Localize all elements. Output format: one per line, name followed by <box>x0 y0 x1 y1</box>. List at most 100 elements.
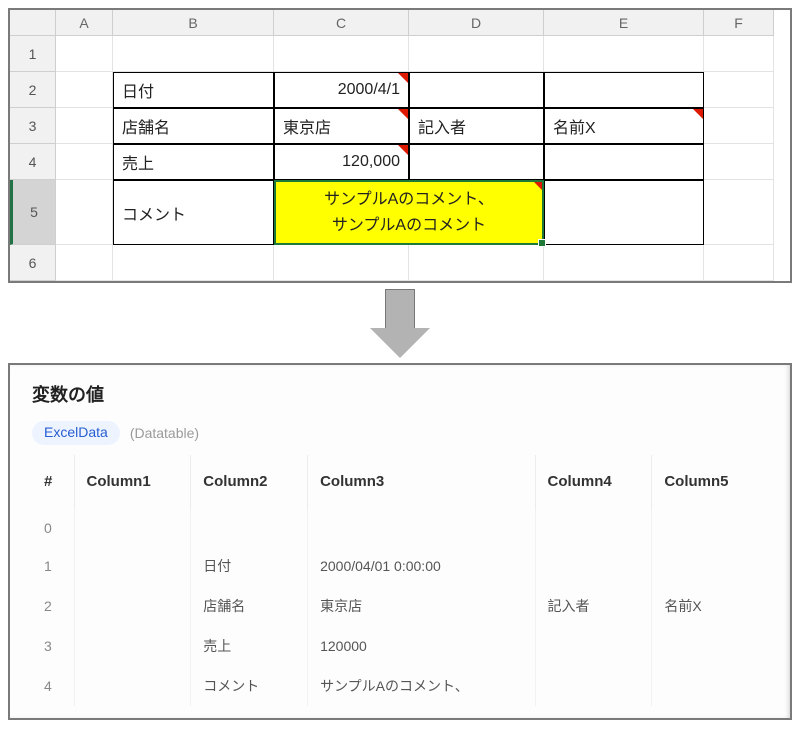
col-header-F[interactable]: F <box>704 10 774 36</box>
variable-value-panel: 変数の値 ExcelData (Datatable) # Column1 Col… <box>8 363 792 720</box>
panel-title: 変数の値 <box>32 381 768 407</box>
cell-B6[interactable] <box>113 245 274 281</box>
cell-C5-text: サンプルAのコメント、 サンプルAのコメント <box>324 187 494 238</box>
cell <box>74 510 191 546</box>
row-header-6[interactable]: 6 <box>10 245 56 281</box>
select-all-cell[interactable] <box>10 10 56 36</box>
row-header-3[interactable]: 3 <box>10 108 56 144</box>
col-header-B[interactable]: B <box>113 10 274 36</box>
cell: 売上 <box>191 626 308 666</box>
cell-A6[interactable] <box>56 245 113 281</box>
table-row[interactable]: 2 店舗名 東京店 記入者 名前X <box>32 586 768 626</box>
cell <box>535 546 652 586</box>
row-header-1[interactable]: 1 <box>10 36 56 72</box>
col-Column3[interactable]: Column3 <box>308 455 535 510</box>
cell: コメント <box>191 666 308 706</box>
col-header-C[interactable]: C <box>274 10 409 36</box>
cell: 2000/04/01 0:00:00 <box>308 546 535 586</box>
comment-indicator-icon[interactable] <box>398 73 408 83</box>
cell <box>191 510 308 546</box>
row-index: 2 <box>32 586 74 626</box>
cell-E1[interactable] <box>544 36 704 72</box>
cell-E6[interactable] <box>544 245 704 281</box>
col-Column2[interactable]: Column2 <box>191 455 308 510</box>
cell-C3-text: 東京店 <box>283 114 331 138</box>
cell-E3[interactable]: 名前X <box>544 108 704 144</box>
table-row[interactable]: 1 日付 2000/04/01 0:00:00 <box>32 546 768 586</box>
row-index: 4 <box>32 666 74 706</box>
cell-C6[interactable] <box>274 245 409 281</box>
comment-indicator-icon[interactable] <box>693 109 703 119</box>
comment-indicator-icon[interactable] <box>398 145 408 155</box>
cell <box>652 626 768 666</box>
cell-C3[interactable]: 東京店 <box>274 108 409 144</box>
cell-A1[interactable] <box>56 36 113 72</box>
cell-E2[interactable] <box>544 72 704 108</box>
cell: 記入者 <box>535 586 652 626</box>
cell-B4[interactable]: 売上 <box>113 144 274 180</box>
cell-B1[interactable] <box>113 36 274 72</box>
col-hash[interactable]: # <box>32 455 74 510</box>
cell-C2-text: 2000/4/1 <box>338 81 400 99</box>
cell-C4[interactable]: 120,000 <box>274 144 409 180</box>
cell-F5[interactable] <box>704 180 774 245</box>
cell-B5[interactable]: コメント <box>113 180 274 245</box>
cell-A5[interactable] <box>56 180 113 245</box>
cell-C1[interactable] <box>274 36 409 72</box>
variable-type-label: (Datatable) <box>130 425 199 441</box>
col-Column4[interactable]: Column4 <box>535 455 652 510</box>
cell-E3-text: 名前X <box>553 114 596 138</box>
datatable: # Column1 Column2 Column3 Column4 Column… <box>32 455 768 706</box>
cell-A3[interactable] <box>56 108 113 144</box>
table-row[interactable]: 4 コメント サンプルAのコメント、 <box>32 666 768 706</box>
cell-E4[interactable] <box>544 144 704 180</box>
row-header-5[interactable]: 5 <box>10 180 56 245</box>
cell-D3[interactable]: 記入者 <box>409 108 544 144</box>
row-header-2[interactable]: 2 <box>10 72 56 108</box>
cell <box>652 666 768 706</box>
cell <box>308 510 535 546</box>
col-Column5[interactable]: Column5 <box>652 455 768 510</box>
cell: 日付 <box>191 546 308 586</box>
cell-D1[interactable] <box>409 36 544 72</box>
cell-B3[interactable]: 店舗名 <box>113 108 274 144</box>
row-index: 1 <box>32 546 74 586</box>
cell: 名前X <box>652 586 768 626</box>
cell <box>652 546 768 586</box>
cell: 東京店 <box>308 586 535 626</box>
cell-B2[interactable]: 日付 <box>113 72 274 108</box>
col-Column1[interactable]: Column1 <box>74 455 191 510</box>
cell <box>74 546 191 586</box>
excel-grid[interactable]: A B C D E F 1 2 日付 2000/4/1 3 店舗名 東京店 記入… <box>10 10 790 281</box>
cell: 店舗名 <box>191 586 308 626</box>
arrow-down-icon <box>380 289 420 358</box>
cell-C5-D5-merged[interactable]: サンプルAのコメント、 サンプルAのコメント <box>274 180 544 245</box>
cell-D4[interactable] <box>409 144 544 180</box>
table-row[interactable]: 0 <box>32 510 768 546</box>
cell-F4[interactable] <box>704 144 774 180</box>
col-header-E[interactable]: E <box>544 10 704 36</box>
row-header-4[interactable]: 4 <box>10 144 56 180</box>
cell-F3[interactable] <box>704 108 774 144</box>
cell-D2[interactable] <box>409 72 544 108</box>
comment-indicator-icon[interactable] <box>533 181 543 191</box>
arrow-down <box>8 283 792 363</box>
variable-name-badge[interactable]: ExcelData <box>32 421 120 445</box>
cell-A4[interactable] <box>56 144 113 180</box>
row-index: 0 <box>32 510 74 546</box>
cell <box>652 510 768 546</box>
cell-D6[interactable] <box>409 245 544 281</box>
cell-F1[interactable] <box>704 36 774 72</box>
col-header-A[interactable]: A <box>56 10 113 36</box>
row-index: 3 <box>32 626 74 666</box>
cell: 120000 <box>308 626 535 666</box>
comment-indicator-icon[interactable] <box>398 109 408 119</box>
col-header-D[interactable]: D <box>409 10 544 36</box>
cell-A2[interactable] <box>56 72 113 108</box>
cell-C2[interactable]: 2000/4/1 <box>274 72 409 108</box>
cell-F6[interactable] <box>704 245 774 281</box>
cell-F2[interactable] <box>704 72 774 108</box>
cell-E5[interactable] <box>544 180 704 245</box>
excel-panel: A B C D E F 1 2 日付 2000/4/1 3 店舗名 東京店 記入… <box>8 8 792 283</box>
table-row[interactable]: 3 売上 120000 <box>32 626 768 666</box>
